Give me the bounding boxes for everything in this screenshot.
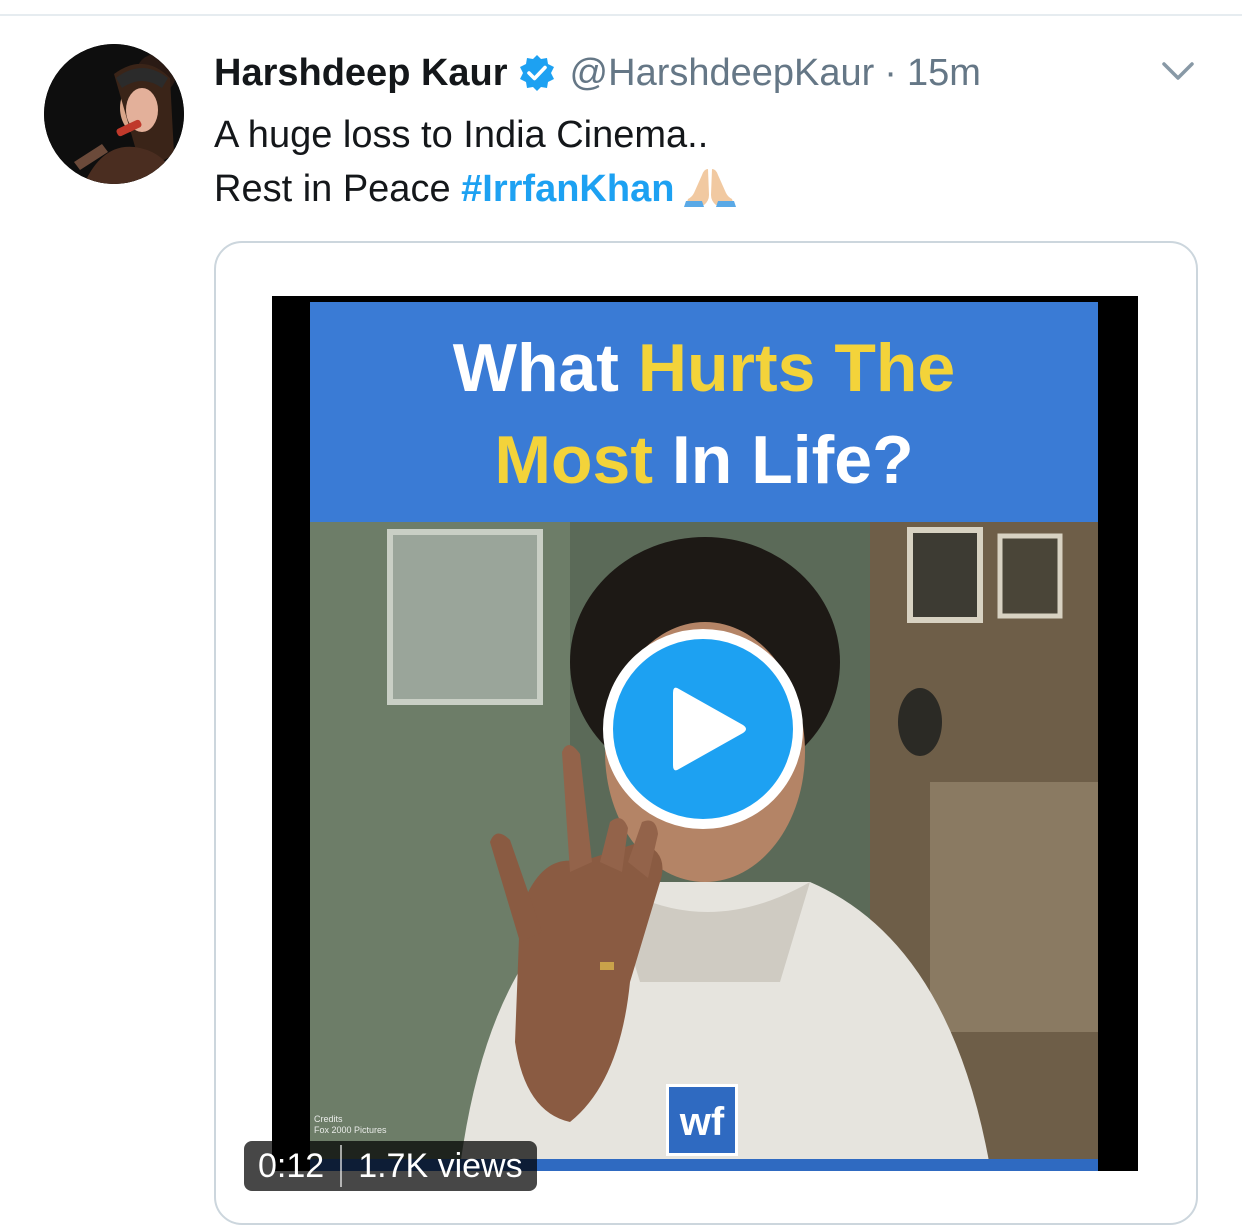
video-card[interactable]: What Hurts The Most In Life? Credits Fox…	[214, 241, 1198, 1225]
timestamp[interactable]: 15m	[907, 52, 981, 95]
tweet-text-prefix: Rest in Peace	[214, 168, 462, 210]
banner-line2: Most In Life?	[310, 414, 1098, 506]
tweet-header: Harshdeep Kaur @HarshdeepKaur · 15m	[214, 48, 981, 98]
display-name[interactable]: Harshdeep Kaur	[214, 52, 508, 95]
banner-line1: What Hurts The	[310, 322, 1098, 414]
video-info-badge: 0:12 1.7K views	[244, 1141, 537, 1191]
video-duration: 0:12	[258, 1146, 325, 1185]
chevron-down-icon[interactable]	[1158, 56, 1198, 86]
video-views: 1.7K views	[358, 1146, 523, 1185]
banner-word-hurts-the: Hurts The	[637, 330, 956, 406]
video-title-banner: What Hurts The Most In Life?	[310, 302, 1098, 522]
user-handle[interactable]: @HarshdeepKaur	[570, 52, 875, 95]
hashtag-link[interactable]: #IrrfanKhan	[461, 168, 674, 210]
wf-logo: wf	[666, 1084, 738, 1156]
avatar[interactable]	[44, 44, 184, 184]
credits-label: Credits	[314, 1114, 343, 1124]
tweet-text: A huge loss to India Cinema.. Rest in Pe…	[214, 108, 1194, 216]
folded-hands-emoji-icon	[682, 167, 738, 207]
video-credits: Credits Fox 2000 Pictures	[314, 1114, 387, 1136]
tweet-text-line1: A huge loss to India Cinema..	[214, 114, 709, 156]
separator-dot: ·	[884, 51, 897, 94]
tweet: Harshdeep Kaur @HarshdeepKaur · 15m A hu…	[0, 0, 1242, 1225]
banner-word-most: Most	[494, 422, 653, 498]
verified-badge-icon	[518, 54, 556, 92]
banner-word-in-life: In Life?	[671, 422, 914, 498]
badge-divider	[340, 1145, 343, 1187]
credits-source: Fox 2000 Pictures	[314, 1125, 387, 1135]
banner-word-what: What	[452, 330, 619, 406]
video-scene-image	[310, 522, 1098, 1167]
play-icon	[673, 687, 746, 771]
tweet-text-line2: Rest in Peace #IrrfanKhan	[214, 162, 1194, 216]
play-button[interactable]	[603, 629, 803, 829]
